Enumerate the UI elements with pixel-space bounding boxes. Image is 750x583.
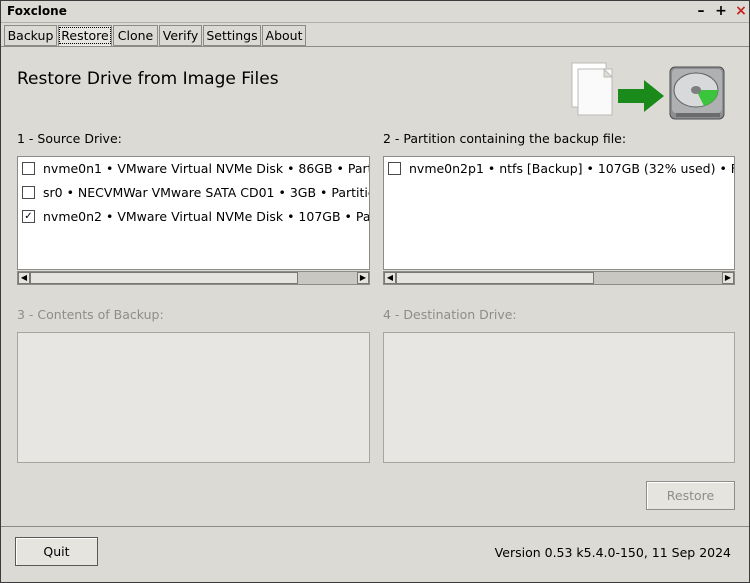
checkbox[interactable] xyxy=(388,162,401,175)
tab-clone[interactable]: Clone xyxy=(113,25,158,46)
contents-label: 3 - Contents of Backup: xyxy=(17,307,164,322)
page-title: Restore Drive from Image Files xyxy=(17,69,279,89)
arrow-right-icon xyxy=(618,80,664,112)
scroll-thumb[interactable] xyxy=(30,272,298,284)
scroll-left-arrow-icon[interactable]: ◀ xyxy=(384,272,396,284)
list-item[interactable]: nvme0n1 • VMware Virtual NVMe Disk • 86G… xyxy=(22,159,369,179)
checkbox[interactable] xyxy=(22,162,35,175)
restore-logo xyxy=(571,62,725,120)
source-drive-list[interactable]: nvme0n1 • VMware Virtual NVMe Disk • 86G… xyxy=(17,156,370,270)
tab-backup[interactable]: Backup xyxy=(4,25,57,46)
tab-separator xyxy=(1,46,749,47)
destination-label: 4 - Destination Drive: xyxy=(383,307,517,322)
partition-scrollbar[interactable]: ◀ ▶ xyxy=(383,271,735,285)
scroll-right-arrow-icon[interactable]: ▶ xyxy=(722,272,734,284)
documents-icon xyxy=(571,62,614,116)
minimize-button[interactable]: – xyxy=(693,3,709,19)
scroll-right-arrow-icon[interactable]: ▶ xyxy=(357,272,369,284)
checkbox-checked[interactable]: ✓ xyxy=(22,210,35,223)
destination-drive-list xyxy=(383,332,735,463)
maximize-button[interactable]: + xyxy=(713,3,729,19)
list-item[interactable]: sr0 • NECVMWar VMware SATA CD01 • 3GB • … xyxy=(22,183,369,203)
footer-separator xyxy=(1,526,749,527)
hard-drive-icon xyxy=(669,66,725,120)
close-button[interactable]: × xyxy=(733,3,749,19)
scroll-thumb[interactable] xyxy=(396,272,594,284)
list-item[interactable]: nvme0n2p1 • ntfs [Backup] • 107GB (32% u… xyxy=(388,159,734,179)
checkbox[interactable] xyxy=(22,186,35,199)
source-drive-label: 1 - Source Drive: xyxy=(17,131,122,146)
version-text: Version 0.53 k5.4.0-150, 11 Sep 2024 xyxy=(494,545,731,560)
tab-about[interactable]: About xyxy=(262,25,306,46)
tab-restore[interactable]: Restore xyxy=(58,25,112,47)
title-bar: Foxclone – + × xyxy=(1,1,749,23)
scroll-left-arrow-icon[interactable]: ◀ xyxy=(18,272,30,284)
partition-label: 2 - Partition containing the backup file… xyxy=(383,131,627,146)
quit-button[interactable]: Quit xyxy=(15,537,98,566)
tab-settings[interactable]: Settings xyxy=(203,25,261,46)
list-item[interactable]: ✓ nvme0n2 • VMware Virtual NVMe Disk • 10… xyxy=(22,207,369,227)
window-title: Foxclone xyxy=(7,4,67,18)
partition-list[interactable]: nvme0n2p1 • ntfs [Backup] • 107GB (32% u… xyxy=(383,156,735,270)
backup-contents-list xyxy=(17,332,370,463)
source-scrollbar[interactable]: ◀ ▶ xyxy=(17,271,370,285)
restore-button[interactable]: Restore xyxy=(646,481,735,510)
tab-verify[interactable]: Verify xyxy=(159,25,202,46)
app-window: Foxclone – + × Backup Restore Clone Veri… xyxy=(0,0,750,583)
